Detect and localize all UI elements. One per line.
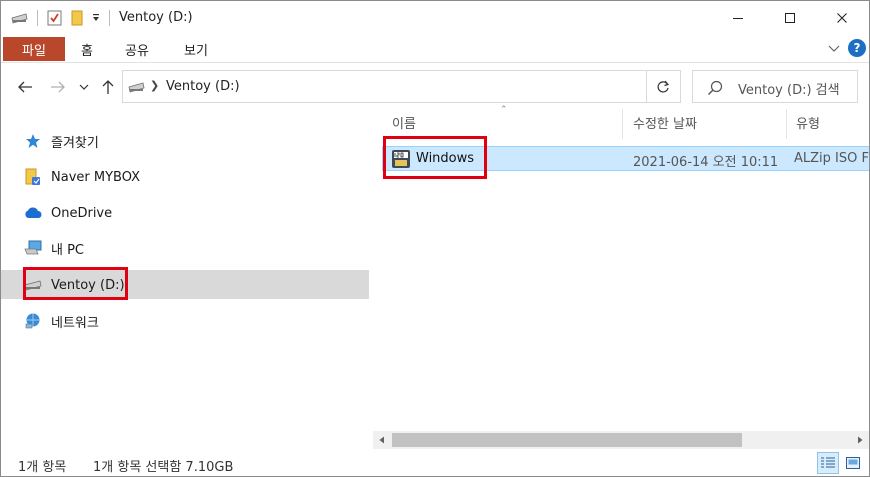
highlight-box: [383, 136, 487, 179]
nav-item-label: OneDrive: [51, 205, 113, 221]
nav-item-label: 즐겨찾기: [51, 135, 99, 151]
nav-item-label: 내 PC: [51, 242, 85, 258]
minimize-button[interactable]: [715, 1, 761, 35]
column-header-modified[interactable]: 수정한 날짜: [633, 113, 697, 137]
drive-icon: [127, 80, 145, 94]
breadcrumb-current[interactable]: Ventoy (D:): [166, 79, 240, 94]
star-icon: [23, 132, 43, 150]
ribbon: 파일 홈 공유 보기 ?: [1, 35, 869, 63]
nav-item-this-pc[interactable]: 내 PC: [23, 236, 84, 260]
file-type: ALZip ISO Fi: [794, 151, 870, 166]
nav-item-network[interactable]: 네트워크: [23, 309, 99, 333]
breadcrumb-chevron-icon[interactable]: ❯: [150, 79, 159, 92]
details-view-icon[interactable]: [817, 452, 839, 474]
search-input[interactable]: Ventoy (D:) 검색: [738, 79, 840, 98]
nav-item-onedrive[interactable]: OneDrive: [23, 201, 112, 225]
properties-icon[interactable]: [45, 9, 63, 27]
title-separator: [109, 10, 110, 26]
highlight-box: [23, 267, 128, 300]
close-button[interactable]: [819, 1, 865, 35]
horizontal-scrollbar[interactable]: [373, 431, 869, 449]
recent-locations-icon[interactable]: [75, 75, 93, 99]
maximize-button[interactable]: [767, 1, 813, 35]
tab-view[interactable]: 보기: [184, 40, 208, 59]
nav-item-favorites[interactable]: 즐겨찾기: [23, 129, 99, 153]
mybox-folder-icon: [23, 168, 43, 186]
column-header-name[interactable]: 이름: [392, 113, 416, 137]
scroll-right-icon[interactable]: [851, 431, 869, 449]
window-title: Ventoy (D:): [119, 10, 193, 25]
forward-arrow-icon[interactable]: [46, 75, 70, 99]
column-separator[interactable]: [622, 109, 623, 139]
explorer-window: Ventoy (D:) 파일 홈 공유 보기 ? ❯ Ventoy (D:) V…: [0, 0, 870, 477]
qa-dropdown-icon[interactable]: [89, 9, 103, 27]
network-icon: [23, 312, 43, 330]
status-selection: 1개 항목 선택함 7.10GB: [93, 460, 234, 475]
scroll-left-icon[interactable]: [373, 431, 391, 449]
nav-item-label: Naver MYBOX: [51, 169, 141, 185]
status-item-count: 1개 항목: [18, 460, 67, 475]
tab-home[interactable]: 홈: [81, 40, 93, 59]
cloud-icon: [23, 204, 43, 222]
sort-up-icon: ⌃: [500, 105, 508, 115]
search-icon: [707, 80, 723, 96]
up-arrow-icon[interactable]: [96, 75, 120, 99]
back-arrow-icon[interactable]: [13, 75, 37, 99]
file-modified-date: 2021-06-14 오전 10:11: [633, 155, 779, 170]
computer-icon: [23, 239, 43, 257]
large-icons-view-icon[interactable]: [842, 452, 864, 474]
nav-item-naver-mybox[interactable]: Naver MYBOX: [23, 165, 140, 189]
tab-share[interactable]: 공유: [125, 40, 149, 59]
new-folder-icon[interactable]: [69, 9, 85, 27]
title-bar: Ventoy (D:): [1, 1, 869, 35]
tab-file[interactable]: 파일: [3, 37, 65, 61]
help-icon[interactable]: ?: [848, 39, 866, 57]
nav-item-label: 네트워크: [51, 315, 99, 331]
refresh-button[interactable]: [646, 70, 679, 103]
search-box[interactable]: Ventoy (D:) 검색: [692, 70, 858, 103]
chevron-down-icon[interactable]: [827, 41, 841, 55]
column-separator[interactable]: [786, 109, 787, 139]
drive-icon: [9, 9, 29, 27]
column-header-type[interactable]: 유형: [796, 113, 820, 137]
scrollbar-thumb[interactable]: [392, 433, 742, 447]
qa-separator: [37, 10, 38, 26]
address-bar[interactable]: ❯ Ventoy (D:): [122, 70, 681, 103]
